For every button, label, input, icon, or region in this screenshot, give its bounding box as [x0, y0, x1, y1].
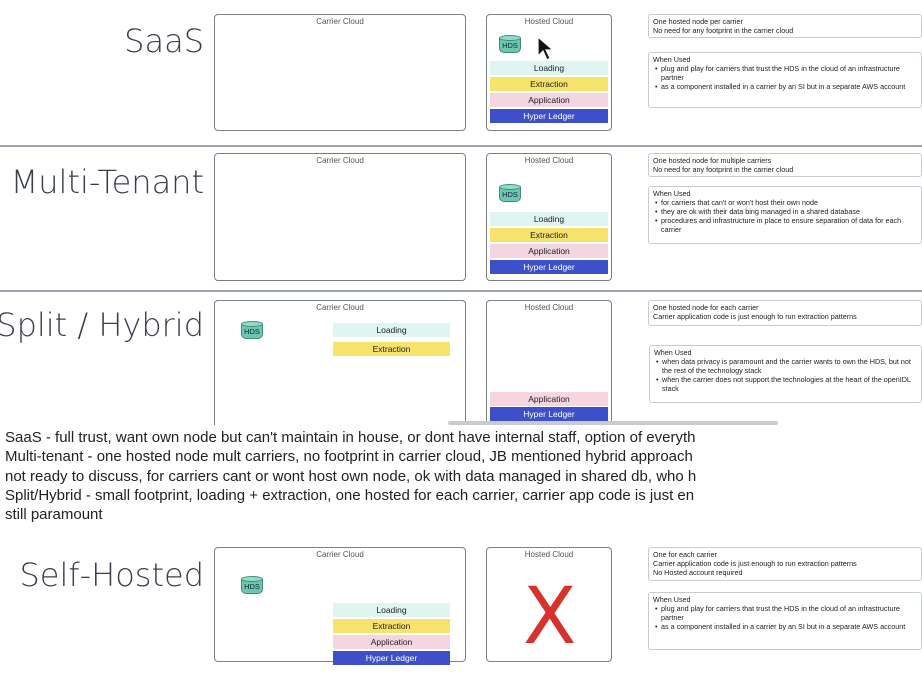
- summary-line: No need for any footprint in the carrier…: [653, 165, 794, 174]
- note-line: SaaS - full trust, want own node but can…: [5, 429, 696, 446]
- carrier-cloud-box: Carrier Cloud HDS Loading Extraction: [214, 300, 466, 425]
- hyper-ledger-layer: Hyper Ledger: [490, 260, 608, 274]
- hyper-ledger-layer: Hyper Ledger: [333, 651, 450, 665]
- note-line: Split/Hybrid - small footprint, loading …: [5, 486, 695, 504]
- list-item: plug and play for carriers that trust th…: [655, 604, 917, 622]
- hosted-cloud-label: Hosted Cloud: [524, 17, 574, 26]
- section-title-multi-tenant: Multi-Tenant: [10, 163, 204, 201]
- hyper-ledger-layer: Hyper Ledger: [490, 407, 608, 421]
- horizontal-scrollbar[interactable]: [448, 421, 778, 425]
- split-hybrid-summary: One hosted node for each carrier Carrier…: [648, 300, 922, 326]
- list-item: procedures and infrastructure in place t…: [655, 216, 917, 234]
- application-layer: Application: [490, 93, 608, 107]
- extraction-layer: Extraction: [333, 342, 450, 356]
- when-used-heading: When Used: [653, 189, 691, 198]
- self-hosted-summary: One for each carrier Carrier application…: [648, 547, 922, 581]
- extraction-layer: Extraction: [490, 77, 608, 91]
- hosted-cloud-label: Hosted Cloud: [524, 303, 574, 312]
- list-item: for carriers that can't or won't host th…: [655, 198, 917, 207]
- application-layer: Application: [490, 392, 608, 406]
- hds-label: HDS: [244, 327, 260, 336]
- hosted-cloud-box: Hosted Cloud HDS Loading Extraction Appl…: [486, 153, 612, 281]
- meeting-notes: SaaS - full trust, want own node but can…: [5, 428, 696, 524]
- section-title-saas: SaaS: [124, 22, 204, 60]
- summary-line: Carrier application code is just enough …: [653, 559, 857, 568]
- database-icon: HDS: [499, 184, 521, 202]
- carrier-cloud-box: Carrier Cloud: [214, 153, 466, 281]
- section-divider: [0, 145, 922, 147]
- mouse-pointer-icon: [537, 36, 555, 61]
- carrier-cloud-label: Carrier Cloud: [316, 17, 364, 26]
- loading-layer: Loading: [490, 212, 608, 226]
- saas-summary: One hosted node per carrier No need for …: [648, 14, 922, 38]
- list-item: they are ok with their data bing managed…: [655, 207, 917, 216]
- split-hybrid-when-used: When Used when data privacy is paramount…: [649, 345, 922, 403]
- application-layer: Application: [490, 244, 608, 258]
- list-item: when data privacy is paramount and the c…: [656, 357, 917, 375]
- database-icon: HDS: [241, 576, 263, 594]
- database-icon: HDS: [241, 321, 263, 339]
- application-layer: Application: [333, 635, 450, 649]
- self-hosted-when-used: When Used plug and play for carriers tha…: [648, 592, 922, 650]
- saas-when-used: When Used plug and play for carriers tha…: [648, 52, 922, 108]
- carrier-cloud-label: Carrier Cloud: [316, 156, 364, 165]
- summary-line: One hosted node per carrier: [653, 17, 743, 26]
- note-line: Multi-tenant - one hosted node mult carr…: [5, 448, 693, 466]
- list-item: as a component installed in a carrier by…: [655, 622, 917, 631]
- when-used-heading: When Used: [654, 348, 692, 357]
- carrier-cloud-label: Carrier Cloud: [316, 550, 364, 559]
- summary-line: One hosted node for each carrier: [653, 303, 759, 312]
- section-divider: [0, 290, 922, 292]
- hds-label: HDS: [244, 582, 260, 591]
- hds-label: HDS: [502, 190, 518, 199]
- section-title-split-hybrid: Split / Hybrid: [0, 306, 204, 344]
- hosted-cloud-box: Hosted Cloud Application Hyper Ledger: [486, 300, 612, 425]
- list-item: as a component installed in a carrier by…: [655, 82, 917, 91]
- carrier-cloud-box: Carrier Cloud: [214, 14, 466, 131]
- database-icon: HDS: [499, 35, 521, 53]
- hosted-cloud-box: Hosted Cloud HDS Loading Extraction Appl…: [486, 14, 612, 131]
- not-applicable-x-mark: X: [523, 572, 577, 662]
- summary-line: Carrier application code is just enough …: [653, 312, 857, 321]
- hds-label: HDS: [502, 41, 518, 50]
- summary-line: No Hosted account required: [653, 568, 743, 577]
- loading-layer: Loading: [490, 61, 608, 75]
- section-title-self-hosted: Self-Hosted: [19, 556, 204, 594]
- summary-line: No need for any footprint in the carrier…: [653, 26, 794, 35]
- carrier-cloud-label: Carrier Cloud: [316, 303, 364, 312]
- extraction-layer: Extraction: [333, 619, 450, 633]
- when-used-heading: When Used: [653, 595, 691, 604]
- hyper-ledger-layer: Hyper Ledger: [490, 109, 608, 123]
- list-item: plug and play for carriers that trust th…: [655, 64, 917, 82]
- when-used-heading: When Used: [653, 55, 691, 64]
- note-line: still paramount: [5, 506, 103, 524]
- multi-tenant-summary: One hosted node for multiple carriers No…: [648, 153, 922, 177]
- hosted-cloud-label: Hosted Cloud: [524, 550, 574, 559]
- hosted-cloud-box: Hosted Cloud X: [486, 547, 612, 662]
- carrier-cloud-box: Carrier Cloud HDS Loading Extraction App…: [214, 547, 466, 665]
- extraction-layer: Extraction: [490, 228, 608, 242]
- summary-line: One for each carrier: [653, 550, 717, 559]
- multi-tenant-when-used: When Used for carriers that can't or won…: [648, 186, 922, 244]
- summary-line: One hosted node for multiple carriers: [653, 156, 772, 165]
- loading-layer: Loading: [333, 323, 450, 337]
- note-line: not ready to discuss, for carriers cant …: [5, 467, 697, 485]
- list-item: when the carrier does not support the te…: [656, 375, 917, 393]
- hosted-cloud-label: Hosted Cloud: [524, 156, 574, 165]
- loading-layer: Loading: [333, 603, 450, 617]
